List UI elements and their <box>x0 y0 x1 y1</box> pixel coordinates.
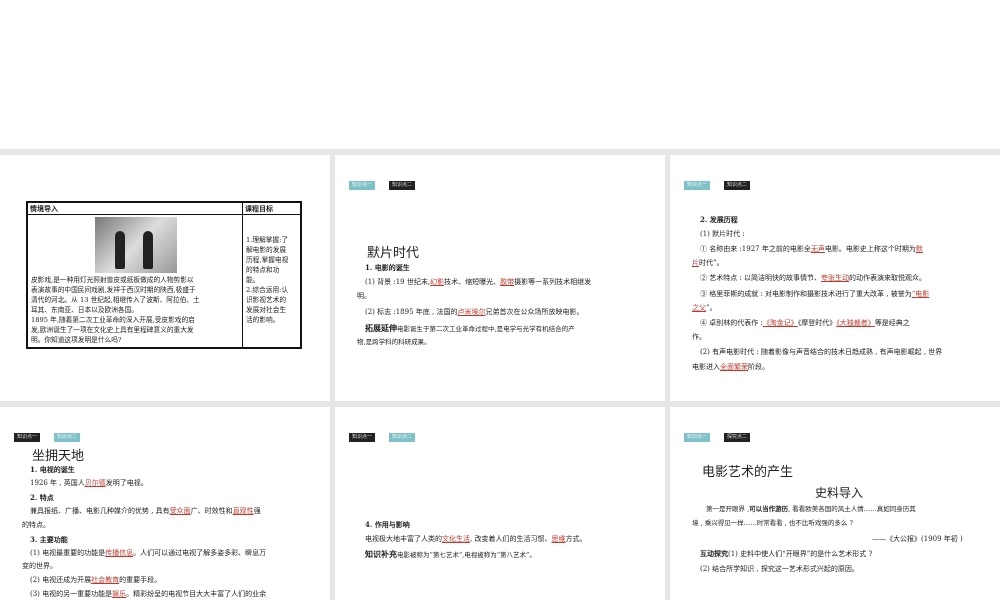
text-line: 电影进入全面繁荣阶段。 <box>692 363 769 371</box>
slide-5[interactable]: 知识点一 知识点二 4. 作用与影响 电视极大地丰富了人类的文化生活, 改变着人… <box>335 407 665 600</box>
tag-explore-2[interactable]: 探究点二 <box>724 433 751 442</box>
text-line: ① 名称由来 :1927 年之前的电影全无声电影。电影史上称这个时期为默 <box>700 245 923 253</box>
text-line: 变的世界。 <box>22 562 57 570</box>
table-divider <box>242 203 243 347</box>
text-line: 的特点。 <box>22 521 50 529</box>
section-heading: 2. 特点 <box>30 493 54 502</box>
text-line: ② 艺术特点 : 以简洁明快的故事情节、夸张生动的动作表演来取悦观众。 <box>700 274 927 282</box>
text-line: (1) 默片时代 : <box>700 230 745 238</box>
text-line: (1) 电视最重要的功能是传播信息。人们可以通过电视了解多姿多彩、瞬息万 <box>30 549 267 557</box>
puppet-figure <box>143 231 153 269</box>
section-heading: 2. 发展历程 <box>700 215 738 224</box>
citation: ——《大公报》(1909 年初 ) <box>872 535 963 543</box>
tag-knowledge-1[interactable]: 知识点一 <box>349 433 376 442</box>
tag-knowledge-2[interactable]: 知识点二 <box>54 433 81 442</box>
slide-title: 默片时代 <box>367 246 420 261</box>
slide-3[interactable]: 知识点一 知识点二 2. 发展历程 (1) 默片时代 : ① 名称由来 :192… <box>670 155 1000 401</box>
section-heading: 4. 作用与影响 <box>365 520 410 529</box>
text-line: 作。 <box>692 333 706 341</box>
text-line: (3) 电视的另一重要功能是娱乐。精彩纷呈的电视节目大大丰富了人们的业余 <box>30 590 267 598</box>
slide-6[interactable]: 知识点一 探究点二 电影艺术的产生 史料导入 第一是开眼界 ,可以当作游历, 看… <box>670 407 1000 600</box>
slide-2[interactable]: 知识点一 知识点二 默片时代 1. 电影的诞生 (1) 背景 :19 世纪末,幻… <box>335 155 665 401</box>
text-line: 1926 年 , 英国人贝尔德发明了电视。 <box>30 479 148 487</box>
text-line: 明。 <box>357 292 371 300</box>
puppet-figure <box>115 231 125 269</box>
quote-line: 第一是开眼界 ,可以当作游历, 看看欧美各国的风土人情……真如同身历其 <box>706 505 916 513</box>
extension-note: 拓展延伸电影诞生于第二次工业革命过程中,是电学与光学有机结合的产 <box>365 324 575 333</box>
tag-knowledge-2[interactable]: 知识点二 <box>389 181 416 190</box>
supplement-note: 知识补充电影被称为“第七艺术”,电视被称为“第八艺术”。 <box>365 550 536 559</box>
section-heading: 1. 电影的诞生 <box>365 263 410 272</box>
text-line: (2) 电视还成为开展社会教育的重要手段。 <box>30 576 162 584</box>
header-scenario: 情境导入 <box>28 203 242 215</box>
text-line: 片时代”。 <box>692 259 724 267</box>
intro-table: 情境导入 课程目标 皮影戏,是一种用灯光照射兽皮或纸板做成的人物剪影以 表演故事… <box>26 201 302 349</box>
slide-title: 电影艺术的产生 <box>702 465 794 480</box>
blank-header-area <box>0 0 1000 149</box>
text-line: (1) 背景 :19 世纪末,幻影技术、缩短曝光、胶带摄影等一系列技术相继发 <box>365 278 592 286</box>
scenario-text: 皮影戏,是一种用灯光照射兽皮或纸板做成的人物剪影以 表演故事的中国民间戏剧,发祥… <box>31 276 200 344</box>
question-line: (2) 结合所学知识 , 探究这一艺术形式兴起的原因。 <box>700 565 859 573</box>
section-heading: 1. 电视的诞生 <box>30 465 75 474</box>
text-line: ③ 格里菲斯的成就 : 对电影制作和摄影技术进行了重大改革 , 被誉为“电影 <box>700 290 930 298</box>
slide-1[interactable]: 情境导入 课程目标 皮影戏,是一种用灯光照射兽皮或纸板做成的人物剪影以 表演故事… <box>0 155 330 401</box>
header-objectives: 课程目标 <box>243 203 300 215</box>
tag-knowledge-1[interactable]: 知识点一 <box>684 181 711 190</box>
slide-4[interactable]: 知识点一 知识点二 坐拥天地 1. 电视的诞生 1926 年 , 英国人贝尔德发… <box>0 407 330 600</box>
shadow-puppet-photo <box>95 217 177 273</box>
tag-knowledge-2[interactable]: 知识点二 <box>724 181 751 190</box>
question-line: 互动探究(1) 史料中使人们“开眼界”的是什么艺术形式 ? <box>700 550 873 558</box>
tag-knowledge-1[interactable]: 知识点一 <box>14 433 41 442</box>
tag-knowledge-1[interactable]: 知识点一 <box>349 181 376 190</box>
tag-knowledge-1[interactable]: 知识点一 <box>684 433 711 442</box>
text-line: 之父”。 <box>692 304 717 312</box>
text-line: (2) 有声电影时代 : 随着影像与声音结合的技术日趋成熟 , 有声电影崛起 ,… <box>700 348 943 356</box>
quote-line: 境 , 乘兴得见一样……时常看看 , 也不比听戏强的多么 ? <box>692 519 853 527</box>
extension-note: 物,是跨学科的科研成果。 <box>357 338 431 346</box>
slide-subtitle: 史料导入 <box>815 486 864 500</box>
text-line: 电视极大地丰富了人类的文化生活, 改变着人们的生活习惯、思维方式。 <box>365 535 587 543</box>
section-heading: 3. 主要功能 <box>30 535 68 544</box>
text-line: ④ 卓别林的代表作 :《淘金记》《摩登时代》《大独裁者》等是经典之 <box>700 319 910 327</box>
objectives-text: 1.理解掌握:了 解电影的发展 历程,掌握电视 的特点和功 能。 2.综合运用:… <box>246 236 289 324</box>
tag-knowledge-2[interactable]: 知识点二 <box>389 433 416 442</box>
text-line: (2) 标志 :1895 年底 , 法国的卢米埃尔兄弟首次在公众场所放映电影。 <box>365 308 584 316</box>
text-line: 兼具报纸、广播、电影几种媒介的优势 , 具有受众面广、时效性和直观性强 <box>30 507 261 515</box>
slide-title: 坐拥天地 <box>32 449 85 464</box>
